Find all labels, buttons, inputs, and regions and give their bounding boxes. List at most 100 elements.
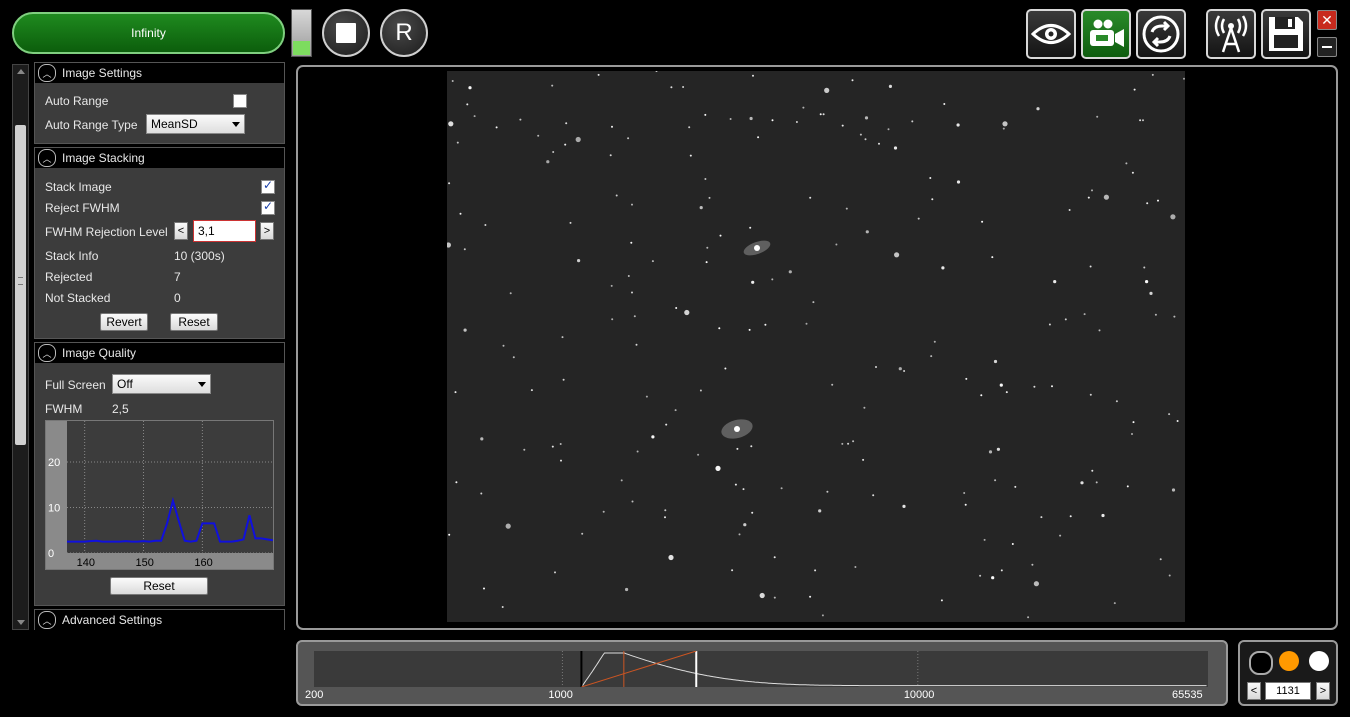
star	[802, 106, 805, 109]
grip-icon	[18, 277, 23, 285]
star	[831, 383, 834, 386]
star	[530, 389, 533, 392]
star	[956, 180, 961, 184]
stretch-line	[581, 651, 697, 687]
black-channel-button[interactable]	[1249, 651, 1273, 675]
star	[898, 367, 902, 371]
star	[841, 442, 844, 445]
stack-image-checkbox[interactable]	[261, 178, 275, 194]
star	[1005, 391, 1008, 394]
advanced-settings-header[interactable]: ︿ Advanced Settings	[35, 610, 284, 630]
stacking-reset-button[interactable]: Reset	[170, 313, 218, 331]
star	[597, 73, 600, 76]
star	[993, 359, 998, 364]
image-settings-header[interactable]: ︿ Image Settings	[35, 63, 284, 83]
loop-button[interactable]	[1136, 9, 1186, 59]
camera-button[interactable]	[1081, 9, 1131, 59]
star	[562, 378, 565, 381]
orange-channel-button[interactable]	[1279, 651, 1299, 671]
channel-value-input[interactable]: 1131	[1265, 682, 1311, 700]
star	[940, 599, 943, 602]
auto-range-type-select[interactable]: MeanSD	[146, 114, 245, 134]
capture-mode-button[interactable]: Infinity	[12, 12, 285, 54]
star	[451, 80, 454, 82]
revert-button[interactable]: Revert	[100, 313, 148, 331]
image-stacking-header[interactable]: ︿ Image Stacking	[35, 148, 284, 168]
full-screen-select[interactable]: Off	[112, 374, 211, 394]
collapse-icon[interactable]: ︿	[38, 149, 56, 167]
stack-image-label: Stack Image	[45, 180, 112, 194]
star	[512, 356, 515, 359]
save-button[interactable]	[1261, 9, 1311, 59]
minimize-window-button[interactable]	[1317, 37, 1337, 57]
reject-fwhm-checkbox[interactable]	[261, 199, 275, 215]
star	[675, 307, 678, 309]
reject-fwhm-label: Reject FWHM	[45, 201, 120, 215]
star	[537, 134, 540, 137]
astro-image[interactable]	[447, 71, 1185, 622]
star	[655, 71, 658, 72]
star	[983, 538, 986, 541]
star	[456, 141, 459, 144]
star	[999, 383, 1003, 387]
quality-reset-button[interactable]: Reset	[110, 577, 208, 595]
view-button[interactable]	[1026, 9, 1076, 59]
star	[805, 322, 808, 325]
section-title: Image Settings	[62, 66, 143, 80]
star	[851, 79, 854, 82]
collapse-icon[interactable]: ︿	[38, 344, 56, 362]
fwhm-increase-button[interactable]: >	[260, 222, 274, 240]
star	[749, 116, 753, 121]
star	[852, 440, 855, 443]
channel-decrease-button[interactable]: <	[1247, 682, 1261, 700]
star	[1053, 280, 1057, 284]
star	[602, 510, 605, 513]
star	[1113, 602, 1116, 605]
star	[668, 554, 674, 561]
star	[1133, 88, 1136, 91]
histogram-tick-label: 200	[305, 689, 324, 701]
section-title: Advanced Settings	[62, 613, 163, 627]
camera-icon	[1090, 19, 1124, 47]
star	[1002, 121, 1008, 127]
channel-increase-button[interactable]: >	[1316, 682, 1330, 700]
star	[459, 212, 462, 215]
collapse-icon[interactable]: ︿	[38, 64, 56, 82]
reset-r-button[interactable]: R	[380, 9, 428, 57]
star	[887, 128, 890, 131]
advanced-settings-section: ︿ Advanced Settings	[34, 609, 285, 630]
settings-scrollbar[interactable]	[12, 64, 29, 630]
broadcast-button[interactable]	[1206, 9, 1256, 59]
star	[812, 301, 815, 304]
auto-range-type-label: Auto Range Type	[45, 118, 138, 132]
color-channel-panel: < 1131 >	[1238, 640, 1338, 706]
star	[759, 592, 765, 599]
star	[463, 248, 466, 251]
star	[1132, 421, 1135, 424]
save-icon	[1269, 17, 1303, 51]
white-channel-button[interactable]	[1309, 651, 1329, 671]
close-window-button[interactable]: ✕	[1317, 10, 1337, 30]
fwhm-rejection-input[interactable]: 3,1	[193, 220, 256, 242]
scroll-up-icon[interactable]	[17, 69, 25, 74]
collapse-icon[interactable]: ︿	[38, 611, 56, 629]
scroll-down-icon[interactable]	[17, 620, 25, 625]
stop-button[interactable]	[322, 9, 370, 57]
star	[764, 323, 767, 326]
star	[463, 328, 467, 332]
histogram-plot[interactable]	[314, 651, 1208, 687]
scroll-thumb[interactable]	[15, 125, 26, 445]
star	[715, 465, 721, 471]
star	[630, 241, 633, 244]
fwhm-decrease-button[interactable]: <	[174, 222, 188, 240]
star	[1040, 516, 1043, 519]
image-quality-header[interactable]: ︿ Image Quality	[35, 343, 284, 363]
star	[688, 126, 691, 129]
star	[560, 459, 562, 462]
star	[965, 377, 968, 380]
y-tick-label: 20	[48, 457, 60, 469]
star	[859, 133, 862, 136]
not-stacked-value: 0	[174, 291, 181, 305]
star	[523, 448, 526, 451]
auto-range-checkbox[interactable]	[233, 94, 247, 108]
